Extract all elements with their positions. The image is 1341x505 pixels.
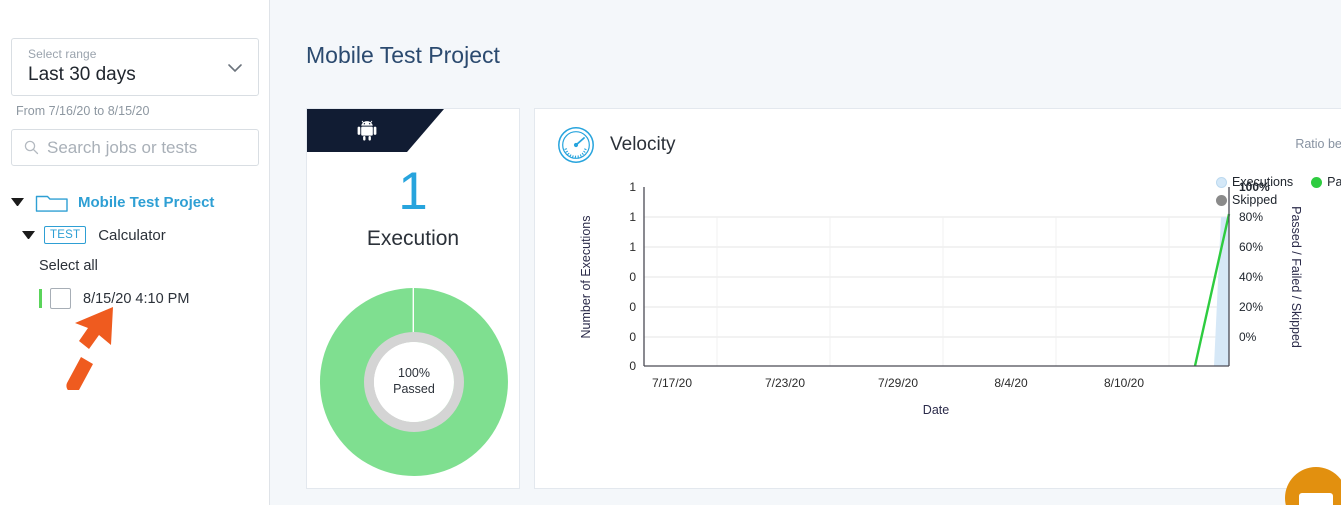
sidebar: Select range Last 30 days From 7/16/20 t…	[0, 0, 270, 505]
select-all-label[interactable]: Select all	[0, 252, 270, 280]
velocity-line-chart: 1 1 1 0 0 0 0 Number of Executions 100% …	[579, 180, 1303, 417]
caret-down-icon[interactable]	[22, 231, 35, 239]
chart-gridlines	[644, 216, 1229, 366]
y-axis-title: Number of Executions	[579, 216, 593, 339]
tree-item-test[interactable]: TEST Calculator	[0, 221, 270, 249]
folder-icon	[35, 191, 69, 213]
execution-status-bar	[39, 289, 42, 308]
pass-rate-donut-chart: 100% Passed	[314, 282, 514, 482]
date-range-value: Last 30 days	[28, 64, 136, 85]
y-tick-3: 0	[629, 270, 636, 284]
y-tick-0: 1	[629, 180, 636, 194]
donut-center-text: 100% Passed	[314, 366, 514, 397]
date-range-text: From 7/16/20 to 8/15/20	[16, 104, 150, 118]
execution-summary-card: 1 Execution 100% Passed	[306, 108, 520, 489]
tree-project-label: Mobile Test Project	[78, 193, 215, 211]
android-icon	[355, 119, 379, 143]
search-input[interactable]	[47, 137, 242, 158]
y-tick-5: 0	[629, 330, 636, 344]
series-executions-area	[1214, 217, 1229, 366]
date-range-select[interactable]: Select range Last 30 days	[11, 38, 259, 96]
caret-down-icon[interactable]	[11, 198, 24, 206]
execution-count-label: Execution	[366, 227, 460, 250]
main-content: Mobile Test Project 1 Execution 100% Pas…	[270, 0, 1341, 505]
date-range-label: Select range	[28, 47, 97, 61]
tree-item-execution[interactable]: 8/15/20 4:10 PM	[0, 288, 270, 309]
x-tick-2: 7/29/20	[878, 376, 918, 390]
y2-tick-1: 80%	[1239, 210, 1263, 224]
test-type-badge: TEST	[44, 225, 87, 245]
y-tick-1: 1	[629, 210, 636, 224]
donut-percent: 100%	[398, 366, 430, 380]
y-tick-6: 0	[629, 359, 636, 373]
y2-tick-4: 20%	[1239, 300, 1263, 314]
y2-axis-title: Passed / Failed / Skipped	[1289, 206, 1303, 348]
y-tick-4: 0	[629, 300, 636, 314]
page-title: Mobile Test Project	[306, 42, 500, 68]
execution-count: 1	[398, 162, 428, 221]
orange-arrow-annotation-icon	[55, 305, 135, 393]
chevron-down-icon[interactable]	[226, 59, 244, 77]
y2-tick-2: 60%	[1239, 240, 1263, 254]
tree-test-label: Calculator	[98, 226, 166, 244]
chat-fab-icon	[1299, 493, 1333, 505]
x-axis-title: Date	[923, 403, 949, 417]
search-icon	[24, 140, 39, 155]
y2-tick-0: 100%	[1239, 180, 1270, 194]
donut-status: Passed	[393, 381, 435, 396]
velocity-card: Velocity Ratio between successful and fa…	[534, 108, 1341, 489]
x-tick-3: 8/4/20	[994, 376, 1028, 390]
x-tick-4: 8/10/20	[1104, 376, 1144, 390]
project-tree: Mobile Test Project TEST Calculator Sele…	[0, 188, 270, 309]
y2-tick-3: 40%	[1239, 270, 1263, 284]
tree-item-project[interactable]: Mobile Test Project	[0, 188, 270, 216]
search-box[interactable]	[11, 129, 259, 166]
app-root: Select range Last 30 days From 7/16/20 t…	[0, 0, 1341, 505]
x-tick-1: 7/23/20	[765, 376, 805, 390]
y-tick-2: 1	[629, 240, 636, 254]
y2-tick-5: 0%	[1239, 330, 1257, 344]
x-tick-0: 7/17/20	[652, 376, 692, 390]
